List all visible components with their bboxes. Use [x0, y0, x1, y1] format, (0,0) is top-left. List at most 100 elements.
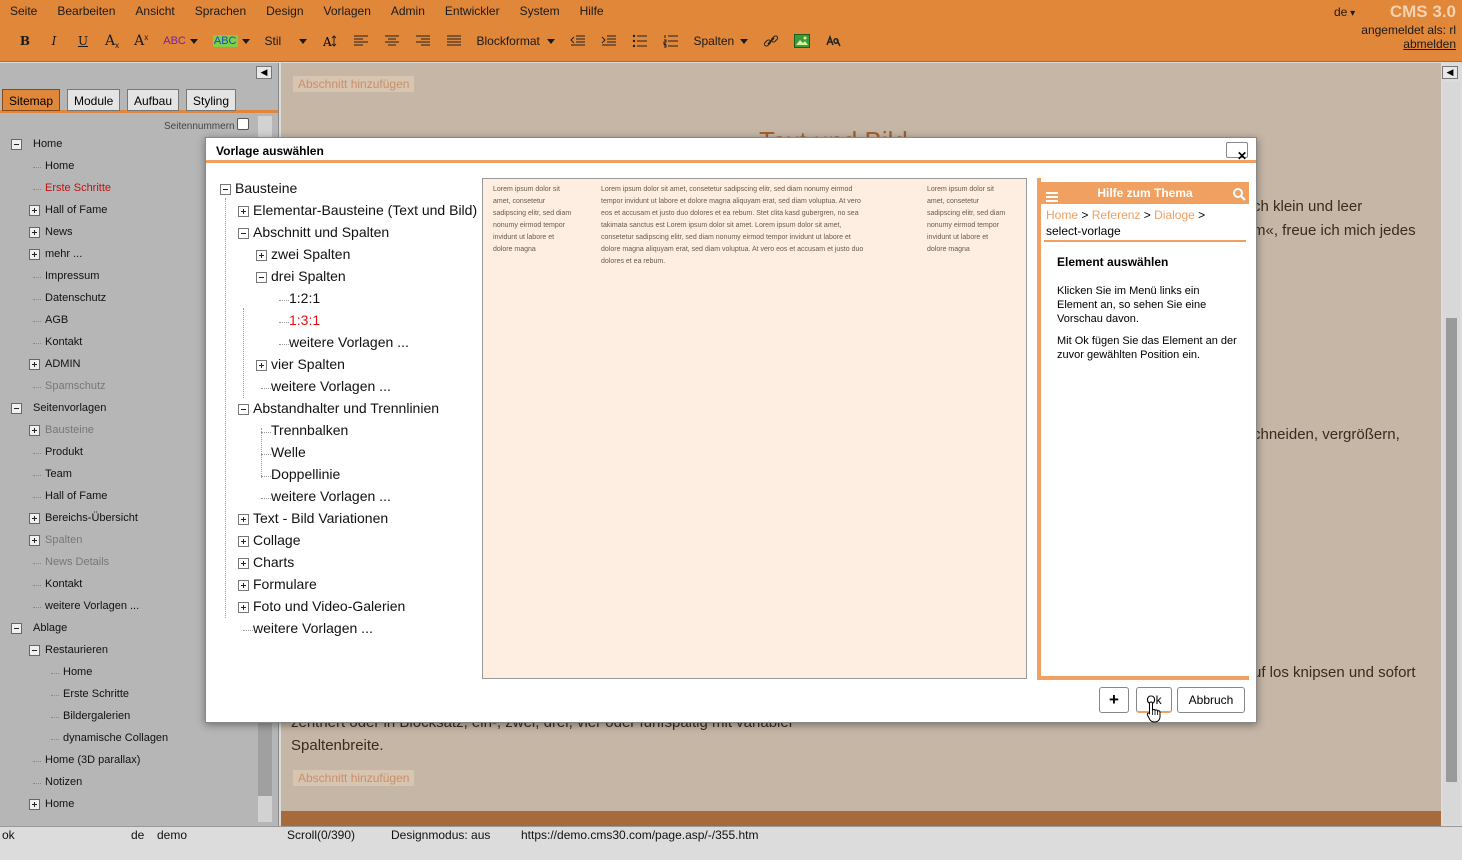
menu-system[interactable]: System [510, 0, 570, 24]
template-tree-item[interactable]: Elementar-Bausteine (Text und Bild) [253, 202, 477, 218]
expand-icon[interactable] [256, 360, 267, 371]
sitemap-item[interactable]: weitere Vorlagen ... [45, 600, 139, 612]
template-tree-item[interactable]: weitere Vorlagen ... [289, 334, 409, 350]
cancel-button[interactable]: Abbruch [1177, 687, 1245, 713]
sitemap-item[interactable]: Team [45, 468, 72, 480]
tab-module[interactable]: Module [67, 89, 121, 111]
sitemap-item[interactable]: Seitenvorlagen [33, 402, 106, 414]
columns-dropdown[interactable]: Spalten [690, 30, 752, 52]
hamburger-menu-icon[interactable] [1046, 187, 1058, 209]
sitemap-item[interactable]: Erste Schritte [45, 182, 111, 194]
sitemap-item[interactable]: Impressum [45, 270, 99, 282]
expand-icon[interactable] [256, 250, 267, 261]
menu-bearbeiten[interactable]: Bearbeiten [47, 0, 125, 24]
menu-hilfe[interactable]: Hilfe [570, 0, 614, 24]
template-tree-item[interactable]: zwei Spalten [271, 246, 350, 262]
menu-ansicht[interactable]: Ansicht [125, 0, 184, 24]
sitemap-item[interactable]: Home (3D parallax) [45, 754, 140, 766]
add-button[interactable]: + [1099, 687, 1129, 713]
sitemap-item[interactable]: Home [63, 666, 92, 678]
outdent-icon[interactable] [566, 30, 590, 52]
template-tree-item[interactable]: Charts [253, 554, 294, 570]
menu-entwickler[interactable]: Entwickler [435, 0, 510, 24]
sitemap-item[interactable]: Home [33, 138, 62, 150]
link-icon[interactable] [759, 30, 783, 52]
bold-button[interactable]: B [14, 30, 36, 52]
template-tree-item[interactable]: Bausteine [235, 180, 297, 196]
text-color-button[interactable]: ABC [159, 30, 202, 52]
content-scrollbar[interactable] [1443, 82, 1460, 824]
align-left-icon[interactable] [349, 30, 373, 52]
expand-icon[interactable] [29, 227, 40, 238]
search-icon[interactable] [1233, 186, 1246, 208]
underline-button[interactable]: U [72, 30, 94, 52]
template-tree-item[interactable]: weitere Vorlagen ... [271, 488, 391, 504]
sitemap-item[interactable]: Bereichs-Übersicht [45, 512, 138, 524]
style-dropdown[interactable]: Stil [261, 30, 311, 52]
expand-icon[interactable] [29, 535, 40, 546]
numbered-list-icon[interactable] [659, 30, 683, 52]
template-tree-item[interactable]: 1:3:1 [289, 312, 320, 328]
tab-aufbau[interactable]: Aufbau [127, 89, 180, 111]
collapse-icon[interactable] [238, 228, 249, 239]
expand-icon[interactable] [29, 513, 40, 524]
template-tree-item[interactable]: Abschnitt und Spalten [253, 224, 389, 240]
expand-icon[interactable] [29, 205, 40, 216]
breadcrumb-home-link[interactable]: Home [1046, 208, 1078, 222]
sitemap-item[interactable]: Erste Schritte [63, 688, 129, 700]
collapse-icon[interactable] [29, 645, 40, 656]
sitemap-item[interactable]: Kontakt [45, 578, 82, 590]
sitemap-item[interactable]: Hall of Fame [45, 204, 107, 216]
menu-design[interactable]: Design [256, 0, 313, 24]
collapse-icon[interactable] [256, 272, 267, 283]
sitemap-item[interactable]: Datenschutz [45, 292, 106, 304]
collapse-left-panel-button[interactable]: ◀ [256, 66, 272, 79]
expand-icon[interactable] [29, 359, 40, 370]
template-tree-item[interactable]: Foto und Video-Galerien [253, 598, 405, 614]
sitemap-item[interactable]: dynamische Collagen [63, 732, 168, 744]
expand-icon[interactable] [238, 536, 249, 547]
collapse-icon[interactable] [11, 403, 22, 414]
expand-icon[interactable] [238, 602, 249, 613]
sitemap-item[interactable]: Produkt [45, 446, 83, 458]
sitemap-item[interactable]: Bildergalerien [63, 710, 130, 722]
page-numbers-checkbox[interactable] [237, 118, 249, 130]
collapse-right-panel-button[interactable]: ◀ [1442, 66, 1458, 79]
sitemap-item[interactable]: AGB [45, 314, 68, 326]
template-tree-item[interactable]: weitere Vorlagen ... [271, 378, 391, 394]
template-tree-item[interactable]: Text - Bild Variationen [253, 510, 388, 526]
sitemap-item[interactable]: Home [45, 798, 74, 810]
blockformat-dropdown[interactable]: Blockformat [473, 30, 559, 52]
sitemap-item[interactable]: Home [45, 160, 74, 172]
sitemap-item[interactable]: News Details [45, 556, 109, 568]
sitemap-item[interactable]: Hall of Fame [45, 490, 107, 502]
expand-icon[interactable] [238, 558, 249, 569]
scrollbar-thumb[interactable] [258, 716, 272, 796]
menu-admin[interactable]: Admin [381, 0, 435, 24]
logout-link[interactable]: abmelden [1403, 37, 1456, 51]
breadcrumb-dialogs-link[interactable]: Dialoge [1154, 208, 1195, 222]
language-select[interactable]: de ▾ [1334, 5, 1355, 19]
scrollbar-thumb[interactable] [1446, 318, 1457, 782]
expand-icon[interactable] [29, 799, 40, 810]
expand-icon[interactable] [238, 514, 249, 525]
indent-icon[interactable] [597, 30, 621, 52]
align-justify-icon[interactable] [442, 30, 466, 52]
expand-icon[interactable] [29, 249, 40, 260]
template-tree-item[interactable]: Formulare [253, 576, 317, 592]
expand-icon[interactable] [238, 580, 249, 591]
superscript-button[interactable]: Ax [130, 30, 152, 52]
menu-seite[interactable]: Seite [0, 0, 47, 24]
breadcrumb-reference-link[interactable]: Referenz [1092, 208, 1141, 222]
tab-styling[interactable]: Styling [186, 89, 237, 111]
collapse-icon[interactable] [220, 184, 231, 195]
special-character-icon[interactable] [821, 30, 845, 52]
close-button[interactable]: ✕ [1226, 142, 1248, 163]
template-tree-item[interactable]: Doppellinie [271, 466, 340, 482]
sitemap-item[interactable]: Notizen [45, 776, 82, 788]
align-right-icon[interactable] [411, 30, 435, 52]
template-tree-item[interactable]: weitere Vorlagen ... [253, 620, 373, 636]
expand-icon[interactable] [29, 425, 40, 436]
expand-icon[interactable] [238, 206, 249, 217]
sitemap-item[interactable]: Bausteine [45, 424, 94, 436]
